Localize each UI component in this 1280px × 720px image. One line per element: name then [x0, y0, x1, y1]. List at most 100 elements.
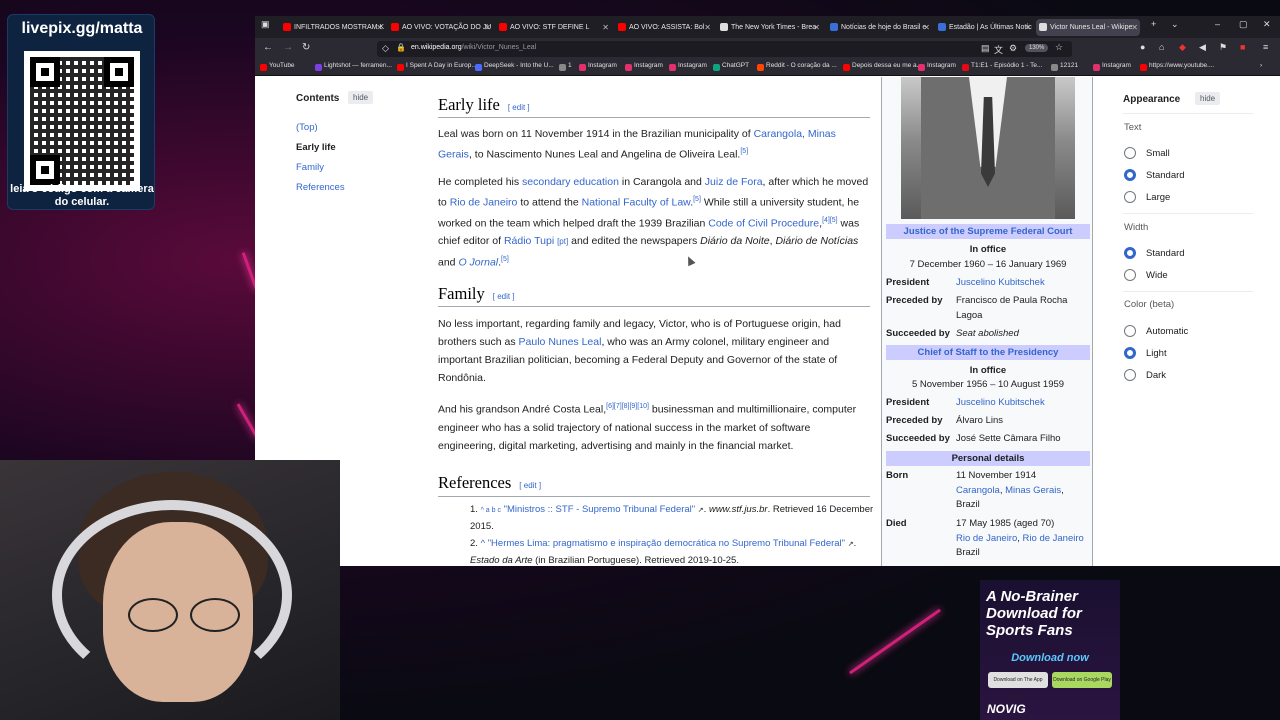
tab-close-icon[interactable]: ✕: [1131, 19, 1138, 36]
forward-icon[interactable]: →: [283, 42, 293, 53]
link-pt[interactable]: [pt]: [557, 237, 568, 246]
bookmarks-overflow-icon[interactable]: ›: [1260, 62, 1262, 69]
permissions-icon[interactable]: ⚙: [1009, 43, 1017, 54]
edit-link[interactable]: edit: [524, 481, 537, 490]
address-bar[interactable]: ◇ 🔒 en.wikipedia.org/wiki/Victor_Nunes_L…: [377, 41, 1072, 57]
toc-item-top[interactable]: (Top): [296, 122, 318, 133]
extension-icon[interactable]: ●: [1140, 42, 1145, 52]
link-code-of-civil-procedure[interactable]: Code of Civil Procedure: [708, 217, 819, 229]
app-store-badge[interactable]: Download on The App Store: [988, 672, 1048, 699]
bookmark-item[interactable]: Instagram: [669, 62, 707, 71]
office-header[interactable]: Chief of Staff to the Presidency: [886, 345, 1090, 360]
bookmark-item[interactable]: DeepSeek - Into the U...: [475, 62, 554, 71]
google-play-badge[interactable]: Download on Google Play: [1052, 672, 1112, 688]
bookmark-item[interactable]: I Spent A Day in Europ...: [397, 62, 477, 71]
bookmark-item[interactable]: Depois dessa eu me a...: [843, 62, 922, 71]
bookmark-item[interactable]: YouTube: [260, 62, 295, 71]
died-state-link[interactable]: Rio de Janeiro: [1023, 533, 1084, 544]
bookmark-item[interactable]: Instagram: [579, 62, 617, 71]
bookmark-item[interactable]: ChatGPT: [713, 62, 749, 71]
tab-close-icon[interactable]: ✕: [1024, 19, 1031, 36]
bookmark-star-icon[interactable]: ☆: [1055, 42, 1063, 53]
audio-icon[interactable]: ◀: [1199, 42, 1206, 53]
president-link[interactable]: Juscelino Kubitschek: [956, 276, 1090, 291]
pocket-icon[interactable]: ⌂: [1159, 42, 1164, 52]
tab-close-icon[interactable]: ✕: [704, 19, 711, 36]
citation[interactable]: [5]: [693, 196, 701, 203]
maximize-button[interactable]: ▢: [1239, 19, 1248, 30]
bookmark-item[interactable]: Reddit - O coração da ...: [757, 62, 837, 71]
radio-text-small[interactable]: [1124, 147, 1136, 159]
radio-text-standard[interactable]: [1124, 169, 1136, 181]
toc-hide-button[interactable]: hide: [348, 91, 374, 104]
toc-item-references[interactable]: References: [296, 182, 345, 193]
tab-overview-icon[interactable]: ▣: [261, 19, 270, 30]
back-icon[interactable]: ←: [263, 42, 273, 53]
advertisement[interactable]: A No-Brainer Download for Sports Fans Do…: [980, 580, 1120, 720]
browser-tab[interactable]: AO VIVO: VOTAÇÃO DO JU ✕: [388, 19, 493, 36]
translate-icon[interactable]: 文: [994, 43, 1003, 56]
tab-close-icon[interactable]: ✕: [376, 19, 383, 36]
extension-icon[interactable]: ■: [1240, 42, 1245, 52]
edit-link[interactable]: edit: [512, 103, 525, 112]
toc-item-family[interactable]: Family: [296, 162, 324, 173]
browser-tab[interactable]: Victor Nunes Leal - Wikipe ✕: [1036, 19, 1140, 36]
lock-icon[interactable]: 🔒: [396, 43, 406, 52]
born-place-link[interactable]: Carangola: [956, 485, 1000, 496]
president-link[interactable]: Juscelino Kubitschek: [956, 396, 1090, 411]
browser-tab[interactable]: Estadão | As Últimas Notíc ✕: [935, 19, 1033, 36]
link-o-jornal[interactable]: O Jornal: [458, 257, 498, 269]
reload-icon[interactable]: ↻: [302, 42, 310, 53]
toc-item-early-life[interactable]: Early life: [296, 142, 336, 153]
link-paulo-nunes-leal[interactable]: Paulo Nunes Leal: [519, 336, 602, 348]
tab-close-icon[interactable]: ✕: [602, 19, 609, 36]
portrait-photo[interactable]: [901, 77, 1075, 219]
tab-list-icon[interactable]: ⌄: [1171, 19, 1179, 30]
radio-color-light[interactable]: [1124, 347, 1136, 359]
link-national-faculty-of-law[interactable]: National Faculty of Law: [582, 197, 691, 209]
tab-close-icon[interactable]: ✕: [484, 19, 491, 36]
menu-icon[interactable]: ≡: [1263, 42, 1268, 52]
link-rio-de-janeiro[interactable]: Rio de Janeiro: [450, 197, 518, 209]
bookmark-item[interactable]: https://www.youtube....: [1140, 62, 1214, 71]
new-tab-button[interactable]: +: [1151, 19, 1156, 29]
tab-close-icon[interactable]: ✕: [813, 19, 820, 36]
bookmark-item[interactable]: Instagram: [918, 62, 956, 71]
reference-link[interactable]: "Ministros :: STF - Supremo Tribunal Fed…: [504, 504, 696, 515]
browser-tab[interactable]: AO VIVO: ASSISTA: Bol ✕: [615, 19, 713, 36]
citation[interactable]: [5]: [501, 256, 509, 263]
citation[interactable]: [5]: [740, 148, 748, 155]
radio-width-wide[interactable]: [1124, 269, 1136, 281]
link-juiz-de-fora[interactable]: Juiz de Fora: [705, 176, 763, 188]
radio-width-standard[interactable]: [1124, 247, 1136, 259]
close-window-button[interactable]: ✕: [1263, 19, 1271, 30]
died-place-link[interactable]: Rio de Janeiro: [956, 533, 1017, 544]
radio-color-automatic[interactable]: [1124, 325, 1136, 337]
browser-tab[interactable]: Notícias de hoje do Brasil e ✕: [827, 19, 932, 36]
link-secondary-education[interactable]: secondary education: [522, 176, 619, 188]
url-text[interactable]: en.wikipedia.org/wiki/Victor_Nunes_Leal: [411, 44, 536, 51]
born-state-link[interactable]: Minas Gerais: [1005, 485, 1061, 496]
zoom-level-badge[interactable]: 130%: [1025, 44, 1049, 52]
bookmark-item[interactable]: Instagram: [625, 62, 663, 71]
browser-tab[interactable]: The New York Times - Brea ✕: [717, 19, 822, 36]
browser-tab[interactable]: AO VIVO: STF DEFINE L ✕: [496, 19, 611, 36]
shield-icon[interactable]: ◇: [382, 43, 389, 54]
bookmark-item[interactable]: 1: [559, 62, 572, 71]
minimize-button[interactable]: –: [1215, 19, 1220, 29]
edit-link[interactable]: edit: [497, 292, 510, 301]
link-radio-tupi[interactable]: Rádio Tupi: [504, 235, 554, 247]
reference-link[interactable]: "Hermes Lima: pragmatismo e inspiração d…: [488, 538, 845, 549]
bookmark-item[interactable]: 12121: [1051, 62, 1078, 71]
extension-icon[interactable]: ⚑: [1219, 42, 1227, 53]
extension-icon[interactable]: ◆: [1179, 42, 1186, 53]
ad-download-link[interactable]: Download now: [980, 652, 1120, 664]
bookmark-item[interactable]: T1:E1 - Episódio 1 - Te...: [962, 62, 1042, 71]
citation[interactable]: [4][5]: [822, 217, 838, 224]
bookmark-item[interactable]: Lightshot — ferramen...: [315, 62, 392, 71]
radio-color-dark[interactable]: [1124, 369, 1136, 381]
citation[interactable]: [6][7][8][9][10]: [606, 403, 649, 410]
radio-text-large[interactable]: [1124, 191, 1136, 203]
tab-close-icon[interactable]: ✕: [923, 19, 930, 36]
bookmark-item[interactable]: Instagram: [1093, 62, 1131, 71]
